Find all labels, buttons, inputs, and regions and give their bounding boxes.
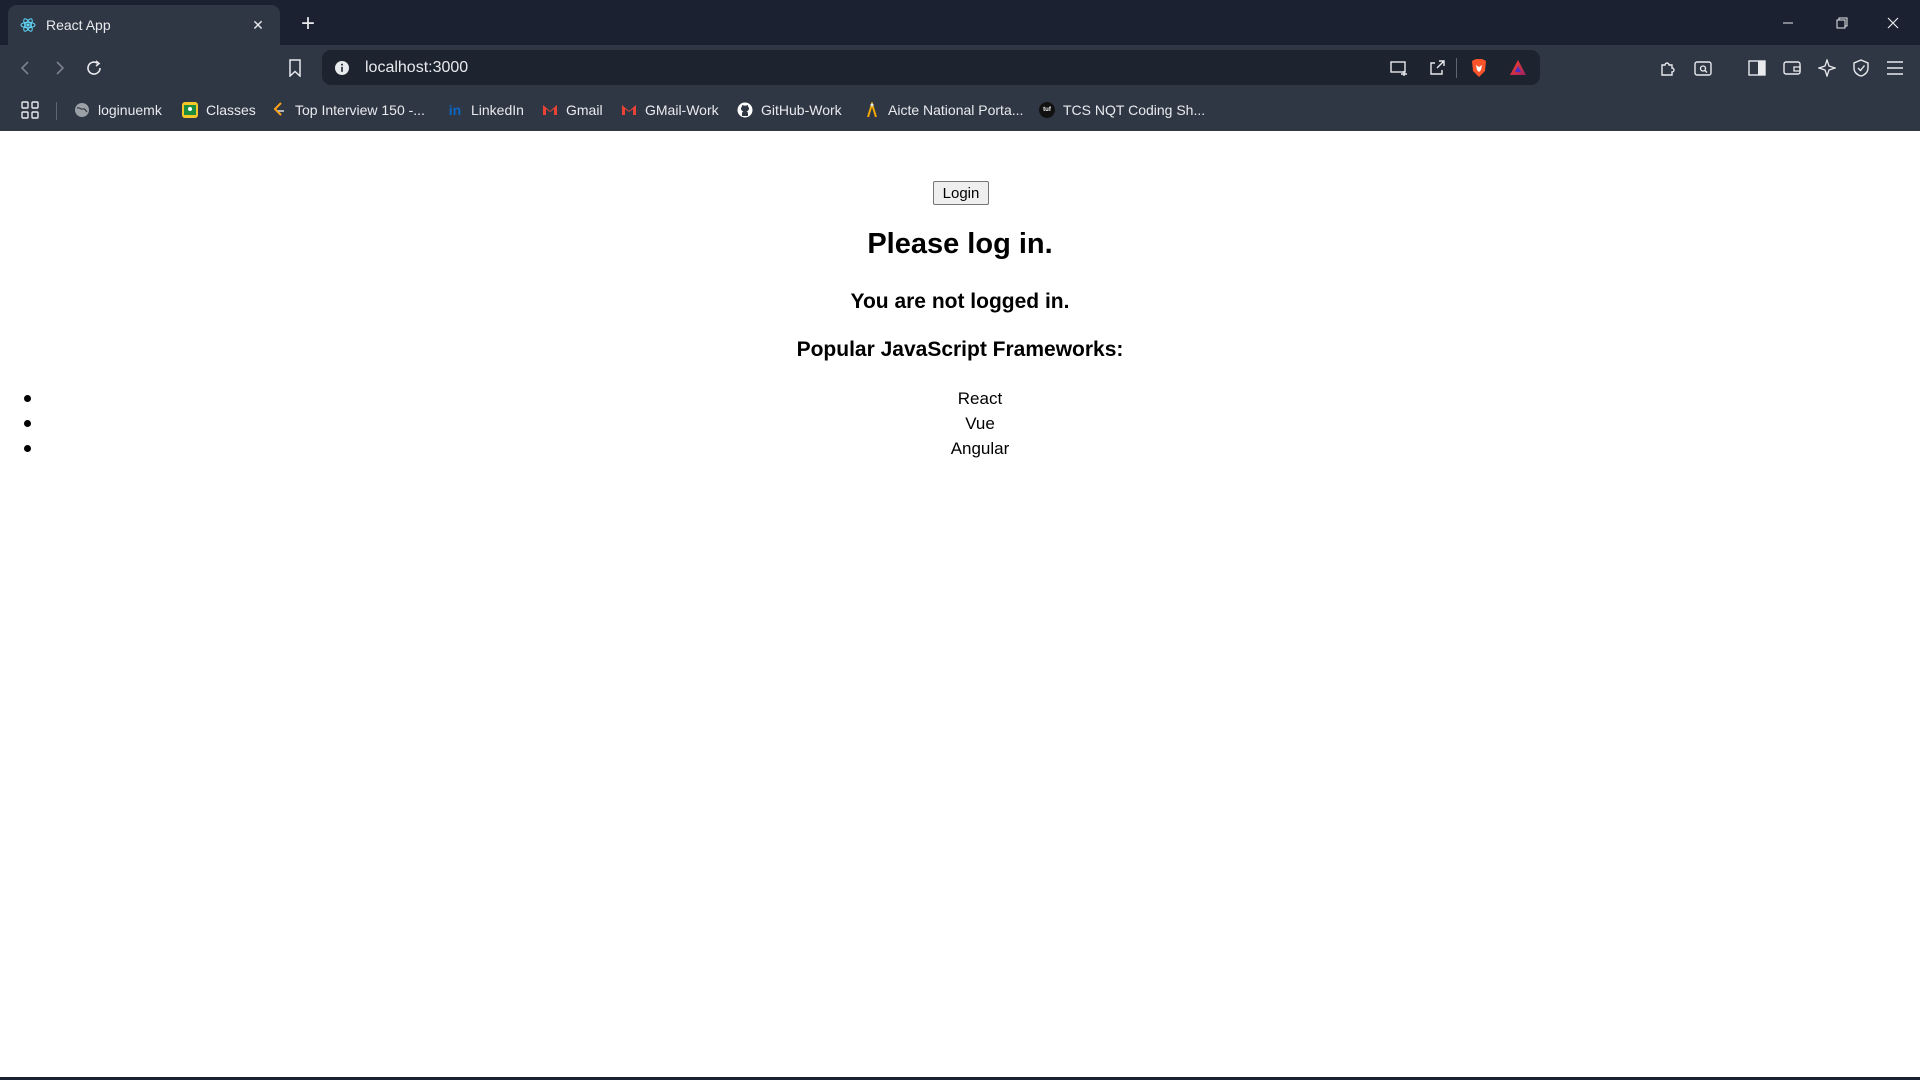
leetcode-icon [271, 102, 287, 118]
gmail-icon [621, 102, 637, 118]
react-logo-icon [20, 17, 36, 33]
bullet-icon [24, 395, 31, 402]
brave-shields-icon[interactable] [1467, 56, 1491, 80]
bookmark-classes[interactable]: Classes [182, 98, 256, 122]
bookmark-gmail-work[interactable]: GMail-Work [621, 98, 719, 122]
linkedin-icon: in [448, 102, 462, 118]
minimize-button[interactable] [1761, 0, 1815, 45]
reload-icon[interactable] [79, 53, 109, 83]
extensions-icon[interactable] [1653, 53, 1683, 83]
globe-icon [74, 102, 90, 118]
restore-button[interactable] [1815, 0, 1869, 45]
menu-icon[interactable] [1880, 53, 1910, 83]
framework-name: Angular [950, 439, 1010, 458]
list-item: Vue [0, 411, 1920, 436]
bookmark-label: Top Interview 150 -... [295, 102, 425, 118]
address-bar[interactable]: localhost:3000 [322, 50, 1540, 85]
bookmark-label: Aicte National Porta... [888, 102, 1024, 118]
page-viewport: Login Please log in. You are not logged … [0, 132, 1920, 1078]
bookmark-label: Classes [206, 102, 256, 118]
back-arrow-icon[interactable] [11, 53, 41, 83]
bookmarks-divider [56, 102, 57, 120]
frameworks-list: React Vue Angular [0, 386, 1920, 461]
framework-name: React [957, 389, 1003, 408]
brave-rewards-icon[interactable] [1506, 56, 1530, 80]
list-item: React [0, 386, 1920, 411]
close-window-button[interactable] [1866, 0, 1920, 45]
bookmark-tcs-nqt[interactable]: tuf TCS NQT Coding Sh... [1039, 98, 1205, 122]
bookmark-label: GMail-Work [645, 102, 719, 118]
aicte-icon [864, 102, 880, 118]
vpn-icon[interactable] [1846, 53, 1876, 83]
bookmark-label: GitHub-Work [761, 102, 842, 118]
frameworks-heading: Popular JavaScript Frameworks: [796, 338, 1124, 361]
bullet-icon [24, 420, 31, 427]
login-status: You are not logged in. [850, 290, 1070, 313]
new-tab-button[interactable]: + [294, 10, 322, 38]
bookmark-linkedin[interactable]: in LinkedIn [447, 98, 524, 122]
login-button[interactable]: Login [933, 181, 989, 205]
bullet-icon [24, 445, 31, 452]
apps-grid-icon[interactable] [20, 98, 40, 122]
close-tab-icon[interactable]: ✕ [248, 15, 268, 35]
bookmark-top-interview[interactable]: Top Interview 150 -... [271, 98, 425, 122]
tab-title: React App [46, 17, 111, 33]
bookmark-loginuemk[interactable]: loginuemk [74, 98, 162, 122]
url-text: localhost:3000 [365, 59, 469, 76]
bookmark-aicte[interactable]: Aicte National Porta... [864, 98, 1023, 122]
bookmarks-bar: loginuemk Classes Top Interview 150 -...… [0, 90, 1920, 131]
page-heading: Please log in. [867, 228, 1053, 260]
tab-search-icon[interactable] [1688, 53, 1718, 83]
bookmark-label: loginuemk [98, 102, 162, 118]
wallet-icon[interactable] [1777, 53, 1807, 83]
github-icon [737, 102, 753, 118]
framework-name: Vue [965, 414, 995, 433]
cast-icon[interactable] [1387, 56, 1411, 80]
classroom-icon [182, 102, 198, 118]
tab-strip: React App ✕ + [0, 0, 1920, 45]
bookmark-github-work[interactable]: GitHub-Work [737, 98, 842, 122]
list-item: Angular [0, 436, 1920, 461]
gmail-icon [542, 102, 558, 118]
omnibox-divider [1456, 58, 1457, 78]
share-icon[interactable] [1425, 56, 1449, 80]
sidebar-icon[interactable] [1742, 53, 1772, 83]
site-info-icon[interactable] [332, 58, 352, 78]
bookmark-label: TCS NQT Coding Sh... [1063, 102, 1206, 118]
browser-toolbar: localhost:3000 [0, 45, 1920, 90]
leo-ai-icon[interactable] [1812, 53, 1842, 83]
forward-arrow-icon[interactable] [44, 53, 74, 83]
active-tab[interactable]: React App ✕ [8, 5, 280, 45]
bookmark-icon[interactable] [280, 53, 310, 83]
bookmark-label: Gmail [566, 102, 603, 118]
bookmark-gmail[interactable]: Gmail [542, 98, 603, 122]
bookmark-label: LinkedIn [471, 102, 524, 118]
tuf-icon: tuf [1039, 102, 1055, 118]
